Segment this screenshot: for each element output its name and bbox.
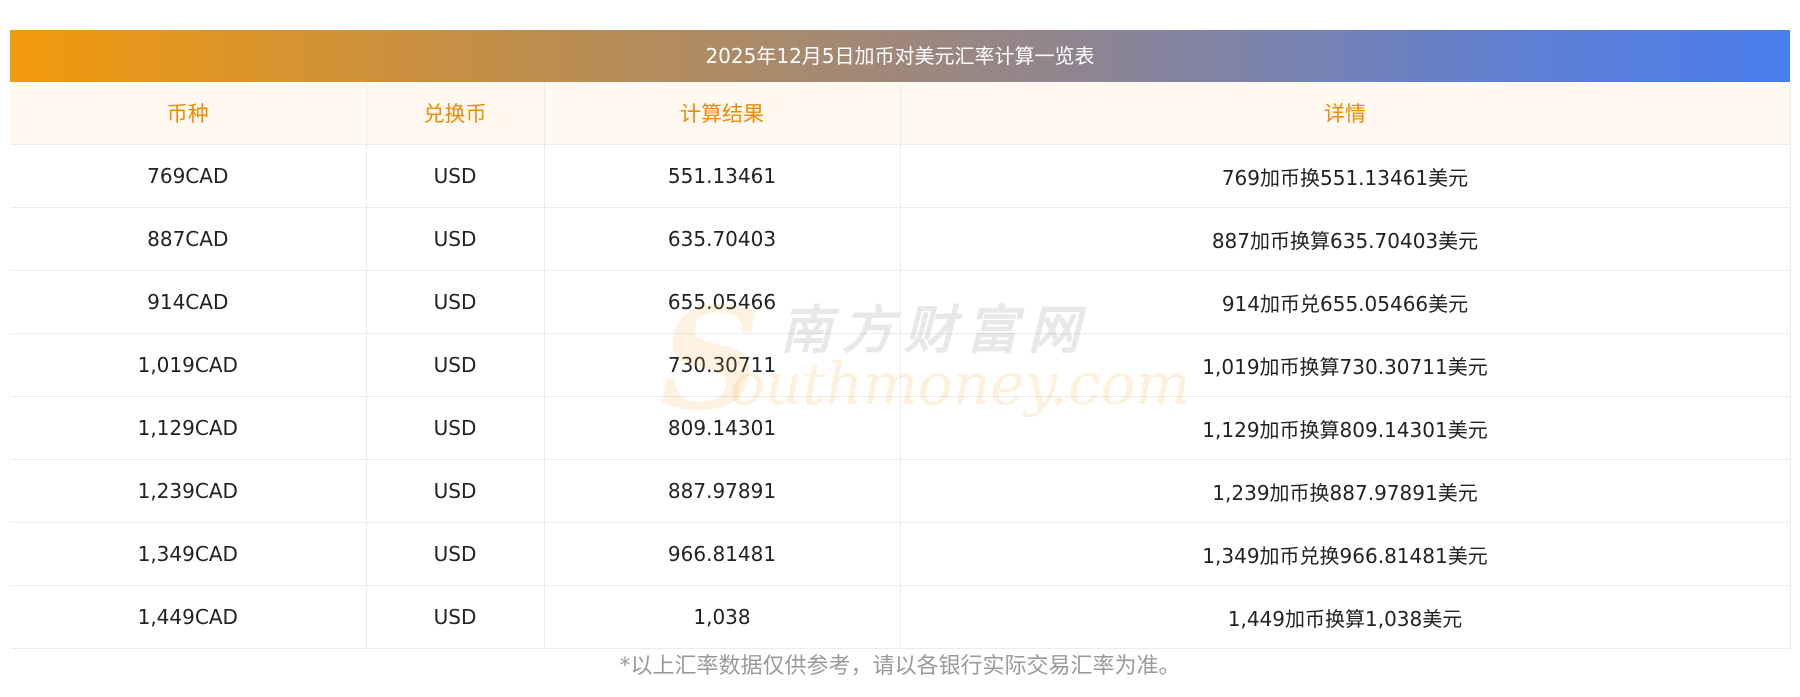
table-header-row: 币种 兑换币 计算结果 详情 [10,82,1791,145]
disclaimer-footnote: *以上汇率数据仅供参考，请以各银行实际交易汇率为准。 [619,654,1181,679]
cell-result: 655.05466 [543,270,900,334]
cell-currency: 887CAD [10,207,366,271]
header-target-currency: 兑换币 [365,82,544,145]
cell-detail: 1,019加币换算730.30711美元 [899,333,1791,397]
table-row: 887CAD USD 635.70403 887加币换算635.70403美元 [10,207,1791,271]
table-row: 1,239CAD USD 887.97891 1,239加币换887.97891… [10,459,1791,523]
cell-currency: 1,239CAD [10,459,366,523]
cell-currency: 769CAD [10,144,366,208]
cell-detail: 1,239加币换887.97891美元 [899,459,1791,523]
cell-detail: 769加币换551.13461美元 [899,144,1791,208]
cell-target: USD [365,144,544,208]
table-title: 2025年12月5日加币对美元汇率计算一览表 [10,30,1790,82]
table-row: 914CAD USD 655.05466 914加币兑655.05466美元 [10,270,1791,334]
cell-currency: 1,019CAD [10,333,366,397]
cell-currency: 1,129CAD [10,396,366,460]
header-currency: 币种 [10,82,366,145]
cell-result: 1,038 [543,585,900,649]
exchange-rate-table-container: 2025年12月5日加币对美元汇率计算一览表 币种 兑换币 计算结果 详情 76… [10,30,1791,649]
table-row: 769CAD USD 551.13461 769加币换551.13461美元 [10,144,1791,208]
exchange-rate-table: 币种 兑换币 计算结果 详情 769CAD USD 551.13461 769加… [10,82,1791,649]
cell-target: USD [365,207,544,271]
cell-detail: 887加币换算635.70403美元 [899,207,1791,271]
cell-detail: 914加币兑655.05466美元 [899,270,1791,334]
cell-target: USD [365,396,544,460]
cell-detail: 1,129加币换算809.14301美元 [899,396,1791,460]
table-row: 1,349CAD USD 966.81481 1,349加币兑换966.8148… [10,522,1791,586]
cell-result: 635.70403 [543,207,900,271]
cell-result: 887.97891 [543,459,900,523]
cell-result: 730.30711 [543,333,900,397]
cell-target: USD [365,585,544,649]
cell-result: 809.14301 [543,396,900,460]
table-row: 1,019CAD USD 730.30711 1,019加币换算730.3071… [10,333,1791,397]
cell-target: USD [365,333,544,397]
cell-target: USD [365,270,544,334]
cell-detail: 1,349加币兑换966.81481美元 [899,522,1791,586]
cell-currency: 1,449CAD [10,585,366,649]
cell-currency: 914CAD [10,270,366,334]
header-detail: 详情 [899,82,1791,145]
cell-target: USD [365,522,544,586]
table-row: 1,129CAD USD 809.14301 1,129加币换算809.1430… [10,396,1791,460]
cell-result: 966.81481 [543,522,900,586]
cell-result: 551.13461 [543,144,900,208]
cell-target: USD [365,459,544,523]
table-row: 1,449CAD USD 1,038 1,449加币换算1,038美元 [10,585,1791,649]
cell-detail: 1,449加币换算1,038美元 [899,585,1791,649]
cell-currency: 1,349CAD [10,522,366,586]
header-result: 计算结果 [543,82,900,145]
